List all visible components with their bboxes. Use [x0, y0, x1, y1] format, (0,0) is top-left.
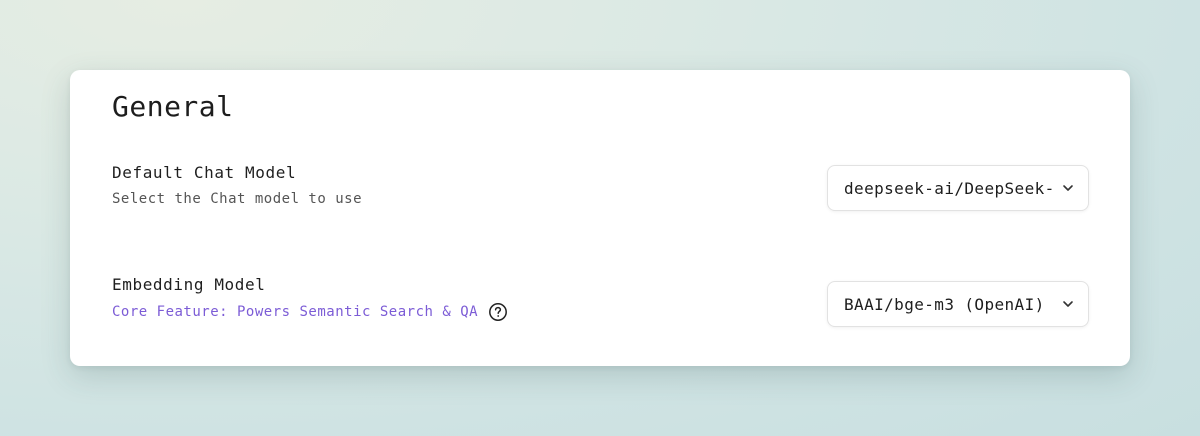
default-chat-model-row: Default Chat Model Select the Chat model…: [112, 163, 1089, 211]
embedding-model-selected-value: BAAI/bge-m3 (OpenAI): [844, 294, 1045, 314]
embedding-model-select[interactable]: BAAI/bge-m3 (OpenAI): [827, 281, 1089, 327]
chevron-down-icon: [1060, 296, 1076, 312]
embedding-model-row: Embedding Model Core Feature: Powers Sem…: [112, 275, 1089, 327]
section-title: General: [112, 90, 234, 123]
question-circle-icon[interactable]: [488, 302, 508, 322]
chevron-down-icon: [1060, 180, 1076, 196]
general-settings-card: General Default Chat Model Select the Ch…: [70, 70, 1130, 366]
chat-model-selected-value: deepseek-ai/DeepSeek-V3: [844, 178, 1052, 198]
embedding-model-description: Core Feature: Powers Semantic Search & Q…: [112, 303, 479, 320]
chat-model-select[interactable]: deepseek-ai/DeepSeek-V3: [827, 165, 1089, 211]
